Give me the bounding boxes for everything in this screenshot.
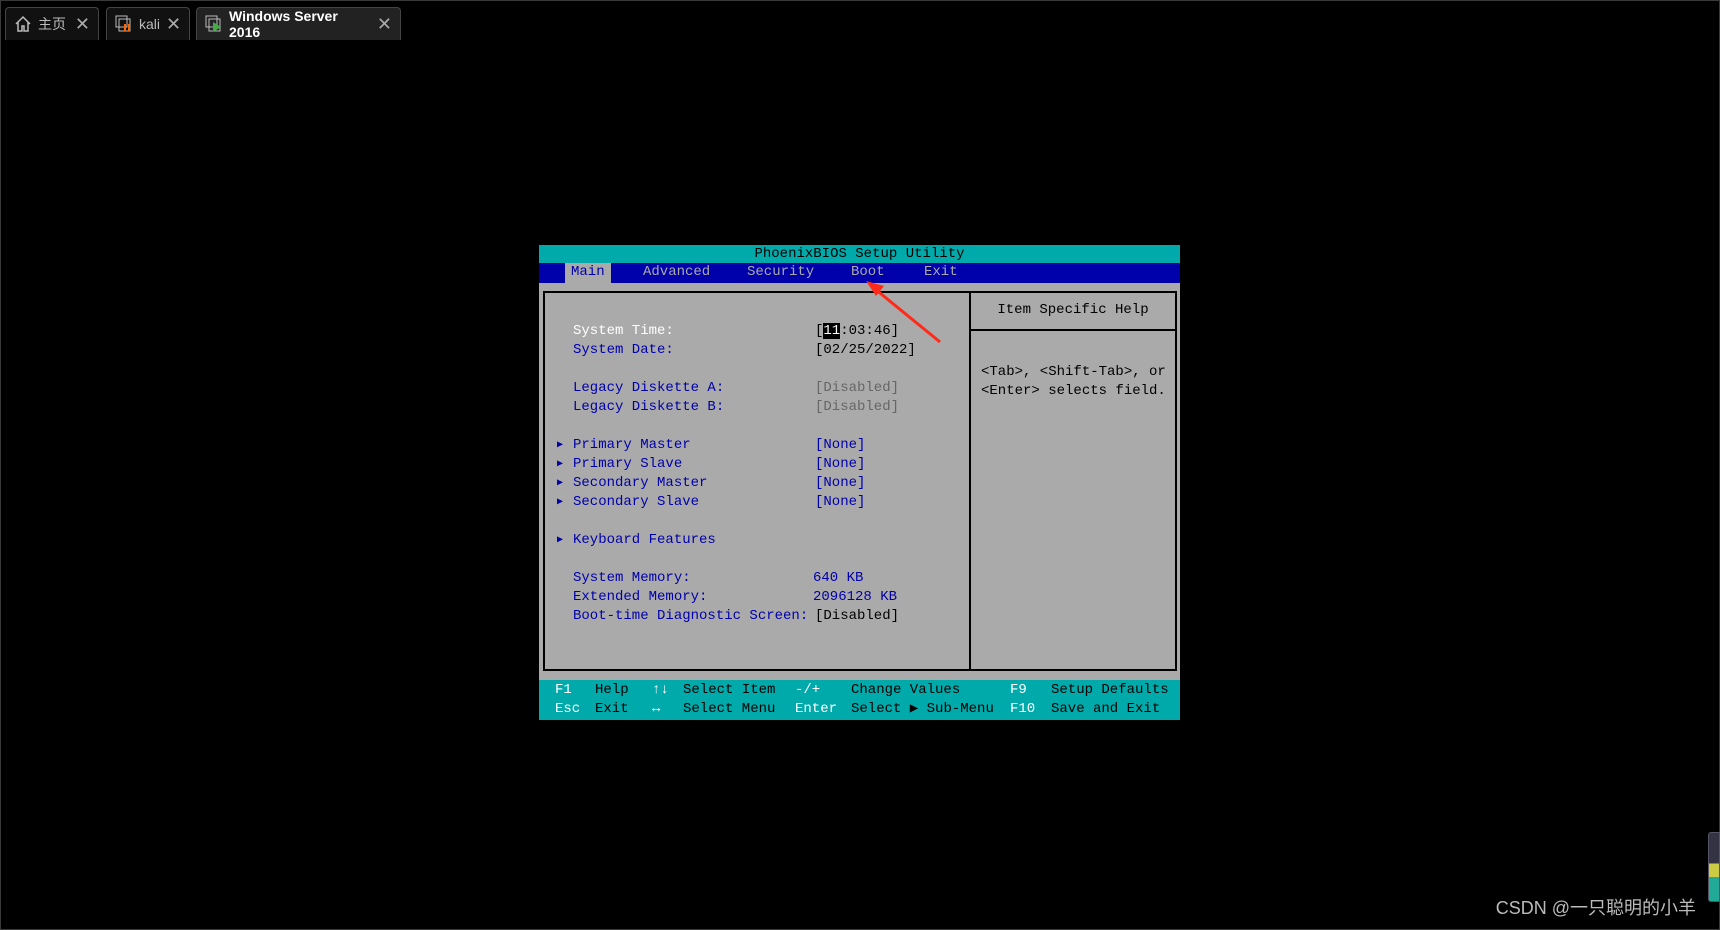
annotation-arrow-icon bbox=[866, 281, 941, 344]
volume-meter bbox=[1708, 832, 1720, 902]
watermark: CSDN @一只聪明的小羊 bbox=[1495, 898, 1696, 918]
